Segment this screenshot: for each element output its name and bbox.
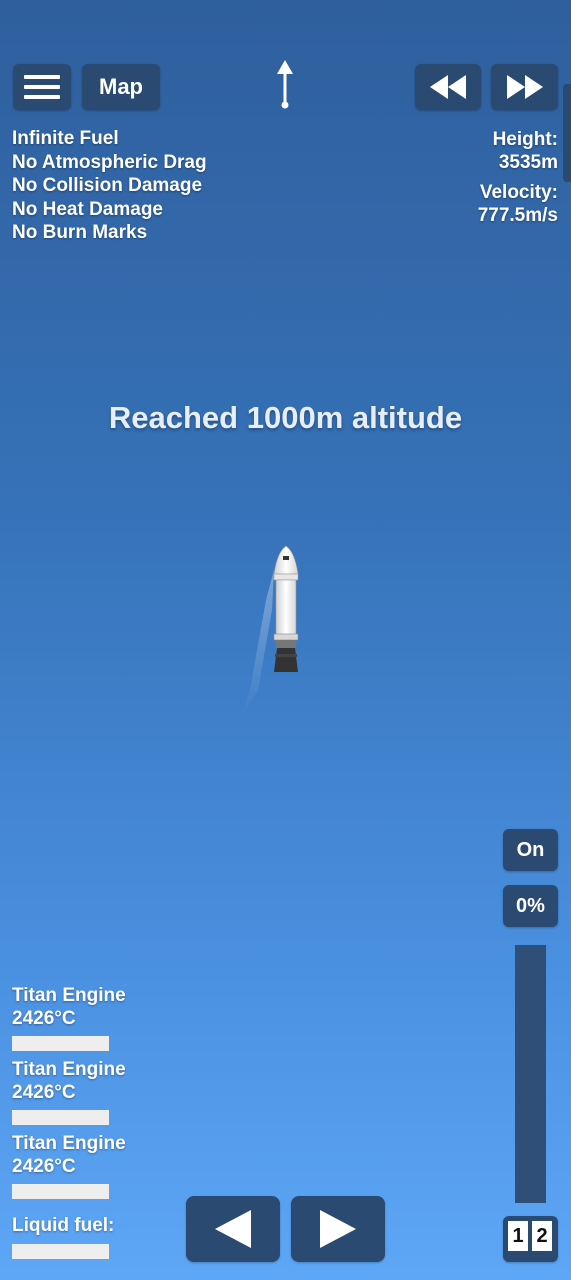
liquid-fuel-label: Liquid fuel: xyxy=(12,1215,115,1236)
rotate-left-arrow-icon xyxy=(215,1210,251,1248)
side-panel-handle[interactable] xyxy=(563,84,571,182)
cheat-no-burn-marks: No Burn Marks xyxy=(12,222,148,243)
menu-button[interactable] xyxy=(13,64,71,110)
cheat-no-collision-damage: No Collision Damage xyxy=(12,175,203,196)
velocity-value: 777.5m/s xyxy=(477,205,558,226)
map-button-label: Map xyxy=(99,74,143,99)
engine-temp: 2426°C xyxy=(12,1156,76,1177)
engine-temp-bar xyxy=(12,1110,109,1125)
engine-toggle-button[interactable]: On xyxy=(503,829,558,871)
hamburger-menu-icon xyxy=(24,75,60,99)
fast-forward-button[interactable] xyxy=(491,64,558,110)
liquid-fuel-bar xyxy=(12,1244,109,1259)
map-button[interactable]: Map xyxy=(82,64,160,110)
throttle-slider[interactable] xyxy=(515,945,546,1203)
throttle-label: 0% xyxy=(516,894,545,917)
engine-temp: 2426°C xyxy=(12,1008,76,1029)
throttle-readout: 0% xyxy=(503,885,558,927)
rotate-left-button[interactable] xyxy=(186,1196,280,1262)
cheat-infinite-fuel: Infinite Fuel xyxy=(12,128,119,149)
stage-1-button[interactable]: 1 xyxy=(508,1221,528,1251)
engine-temp-bar xyxy=(12,1036,109,1051)
fast-forward-icon xyxy=(506,75,543,99)
rocket xyxy=(242,545,299,715)
rewind-icon xyxy=(430,75,466,99)
cheat-no-atmospheric-drag: No Atmospheric Drag xyxy=(12,151,207,173)
engine-name: Titan Engine xyxy=(12,1133,126,1154)
cheat-no-heat-damage: No Heat Damage xyxy=(12,198,163,220)
rotate-right-arrow-icon xyxy=(320,1210,356,1248)
rotate-right-button[interactable] xyxy=(291,1196,385,1262)
height-value: 3535m xyxy=(498,152,558,173)
engine-name: Titan Engine xyxy=(12,1059,126,1080)
height-label: Height: xyxy=(492,129,558,150)
engine-name: Titan Engine xyxy=(12,985,126,1006)
stage-2-button[interactable]: 2 xyxy=(532,1221,552,1251)
engine-toggle-label: On xyxy=(516,838,545,861)
rewind-button[interactable] xyxy=(415,64,481,110)
engine-temp: 2426°C xyxy=(12,1082,76,1103)
velocity-label: Velocity: xyxy=(479,182,558,203)
altitude-message: Reached 1000m altitude xyxy=(108,400,463,435)
engine-temp-bar xyxy=(12,1184,109,1199)
up-arrow-icon xyxy=(277,60,293,109)
